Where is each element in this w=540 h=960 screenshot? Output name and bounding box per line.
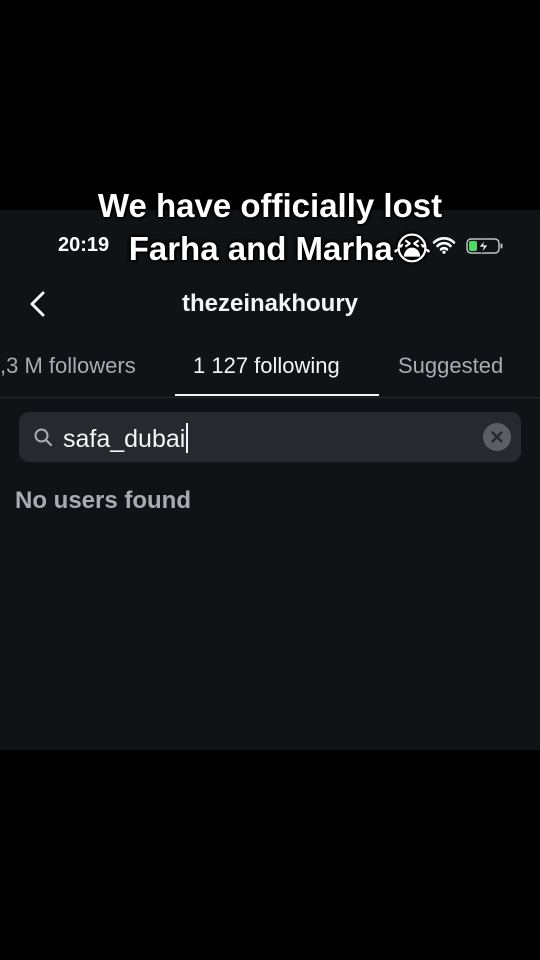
clear-search-button[interactable] (483, 423, 511, 451)
tab-followers[interactable]: ,3 M followers (0, 353, 136, 379)
search-query-text: safa_dubai (63, 425, 186, 453)
search-field-value[interactable]: safa_dubai (63, 423, 189, 454)
search-input[interactable]: safa_dubai (19, 412, 521, 462)
text-cursor (186, 423, 189, 453)
tab-following[interactable]: 1 127 following (193, 353, 340, 379)
active-tab-indicator (175, 394, 379, 396)
clear-icon (483, 423, 511, 451)
profile-username: thezeinakhoury (181, 290, 359, 317)
empty-results-message: No users found (15, 487, 192, 514)
caption-line-1: We have officially lost (97, 187, 443, 224)
tab-suggested[interactable]: Suggested (398, 353, 503, 379)
caption-line-2: Farha and Marha😭 (128, 230, 432, 267)
top-navigation: thezeinakhoury (0, 280, 540, 328)
video-caption: We have officially lost Farha and Marha😭 (0, 184, 540, 270)
follow-tabs: ,3 M followers 1 127 following Suggested (0, 345, 540, 398)
app-screen: 20:19 thezeinakhoury ,3 M followers 1 12… (0, 210, 540, 750)
search-icon (34, 428, 53, 447)
